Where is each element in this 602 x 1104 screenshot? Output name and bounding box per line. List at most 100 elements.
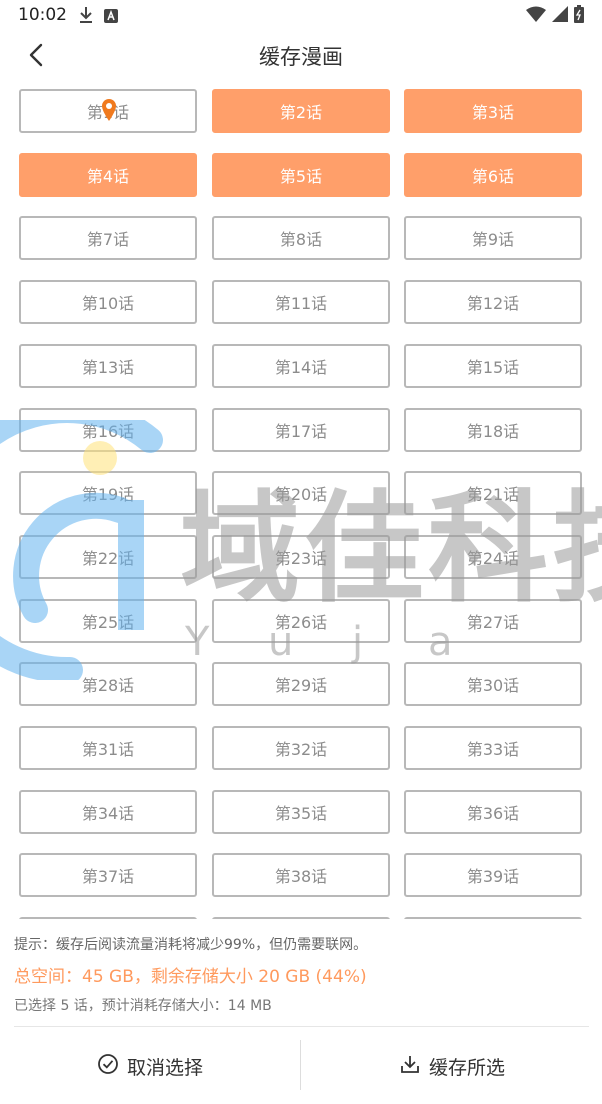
- chapter-label: 第25话: [81, 613, 135, 632]
- chapter-button[interactable]: 第37话: [19, 853, 197, 897]
- chapter-label: 第15话: [466, 358, 520, 377]
- chapter-label: 第13话: [81, 358, 135, 377]
- battery-icon: [574, 5, 584, 27]
- chapter-button[interactable]: 第36话: [404, 790, 582, 834]
- chapter-button[interactable]: 第10话: [19, 280, 197, 324]
- chapter-button[interactable]: 第20话: [212, 471, 390, 515]
- chapter-label: 第26话: [274, 613, 328, 632]
- chapter-button[interactable]: 第19话: [19, 471, 197, 515]
- chapter-label: 第3话: [471, 103, 515, 122]
- chapter-label: 第21话: [466, 485, 520, 504]
- chapter-button[interactable]: 第26话: [212, 599, 390, 643]
- action-separator: [300, 1040, 301, 1090]
- chapter-label: 第9话: [471, 230, 515, 249]
- chapter-button[interactable]: 第16话: [19, 408, 197, 452]
- header: 缓存漫画: [0, 32, 602, 78]
- chapter-button[interactable]: 第23话: [212, 535, 390, 579]
- chapter-button[interactable]: [19, 917, 197, 919]
- chapter-button[interactable]: 第13话: [19, 344, 197, 388]
- status-time: 10:02: [18, 5, 67, 25]
- chapter-button[interactable]: 第25话: [19, 599, 197, 643]
- chapter-button[interactable]: 第17话: [212, 408, 390, 452]
- chapter-button[interactable]: 第4话: [19, 153, 197, 197]
- chapter-button[interactable]: 第31话: [19, 726, 197, 770]
- chapter-label: 第18话: [466, 422, 520, 441]
- chapter-button[interactable]: 第30话: [404, 662, 582, 706]
- chapter-button[interactable]: 第11话: [212, 280, 390, 324]
- chapter-label: 第33话: [466, 740, 520, 759]
- chapter-label: 第19话: [81, 485, 135, 504]
- chapter-label: 第23话: [274, 549, 328, 568]
- chapter-button[interactable]: 第38话: [212, 853, 390, 897]
- chapter-button[interactable]: 第27话: [404, 599, 582, 643]
- footer-divider: [14, 1026, 589, 1027]
- chapter-button[interactable]: [212, 917, 390, 919]
- chapter-button[interactable]: 第6话: [404, 153, 582, 197]
- chapter-button[interactable]: 第8话: [212, 216, 390, 260]
- chapter-button[interactable]: 第35话: [212, 790, 390, 834]
- chapter-button[interactable]: 第3话: [404, 89, 582, 133]
- chapter-label: 第28话: [81, 676, 135, 695]
- chapter-label: 第37话: [81, 867, 135, 886]
- cache-tip: 提示：缓存后阅读流量消耗将减少99%，但仍需要联网。: [14, 937, 368, 953]
- chapter-label: 第8话: [279, 230, 323, 249]
- chapter-label: 第35话: [274, 804, 328, 823]
- chapter-label: 第39话: [466, 867, 520, 886]
- chapter-label: 第14话: [274, 358, 328, 377]
- download-icon: [399, 1053, 421, 1080]
- chapter-button[interactable]: 第39话: [404, 853, 582, 897]
- chapter-label: 第20话: [274, 485, 328, 504]
- signal-icon: [552, 6, 568, 26]
- chapter-label: 第31话: [81, 740, 135, 759]
- chapter-button[interactable]: 第12话: [404, 280, 582, 324]
- chapter-label: 第22话: [81, 549, 135, 568]
- chapter-button[interactable]: 第18话: [404, 408, 582, 452]
- chapter-button[interactable]: [404, 917, 582, 919]
- footer-info: 提示：缓存后阅读流量消耗将减少99%，但仍需要联网。 总空间：45 GB，剩余存…: [14, 934, 594, 1016]
- cache-selected-button[interactable]: 缓存所选: [302, 1040, 602, 1092]
- chapter-label: 第30话: [466, 676, 520, 695]
- selected-info: 已选择 5 话，预计消耗存储大小：14 MB: [14, 998, 272, 1014]
- chapter-label: 第5话: [279, 167, 323, 186]
- chapter-button[interactable]: 第2话: [212, 89, 390, 133]
- chapter-label: 第17话: [274, 422, 328, 441]
- chapter-button[interactable]: 第1话: [19, 89, 197, 133]
- status-bar: 10:02: [0, 0, 602, 32]
- chapter-button[interactable]: 第7话: [19, 216, 197, 260]
- wifi-icon: [526, 6, 546, 26]
- chapter-label: 第11话: [274, 294, 328, 313]
- storage-space: 总空间：45 GB，剩余存储大小 20 GB (44%): [14, 967, 367, 987]
- download-icon: [78, 6, 94, 28]
- chapter-button[interactable]: 第32话: [212, 726, 390, 770]
- check-circle-icon: [97, 1053, 119, 1080]
- chapter-button[interactable]: 第24话: [404, 535, 582, 579]
- chapter-button[interactable]: 第14话: [212, 344, 390, 388]
- chapter-button[interactable]: 第28话: [19, 662, 197, 706]
- chapter-label: 第24话: [466, 549, 520, 568]
- location-pin-icon: [101, 98, 117, 126]
- cache-selected-label: 缓存所选: [428, 1056, 505, 1079]
- chapter-button[interactable]: 第5话: [212, 153, 390, 197]
- cancel-selection-label: 取消选择: [126, 1056, 203, 1079]
- chapter-label: 第38话: [274, 867, 328, 886]
- chapter-label: 第2话: [279, 103, 323, 122]
- chapter-label: 第6话: [471, 167, 515, 186]
- chapter-label: 第7话: [86, 230, 130, 249]
- chapter-label: 第10话: [81, 294, 135, 313]
- chapter-button[interactable]: 第34话: [19, 790, 197, 834]
- chapter-label: 第34话: [81, 804, 135, 823]
- chapter-label: 第12话: [466, 294, 520, 313]
- chapter-button[interactable]: 第15话: [404, 344, 582, 388]
- chapter-button[interactable]: 第29话: [212, 662, 390, 706]
- cancel-selection-button[interactable]: 取消选择: [0, 1040, 300, 1092]
- chapter-label: 第29话: [274, 676, 328, 695]
- chapter-label: 第16话: [81, 422, 135, 441]
- chapter-button[interactable]: 第22话: [19, 535, 197, 579]
- chapter-label: 第4话: [86, 167, 130, 186]
- page-title: 缓存漫画: [259, 45, 343, 69]
- chapter-button[interactable]: 第9话: [404, 216, 582, 260]
- action-bar: 取消选择 缓存所选: [0, 1040, 602, 1092]
- chapter-button[interactable]: 第33话: [404, 726, 582, 770]
- chapter-button[interactable]: 第21话: [404, 471, 582, 515]
- a-icon: [104, 8, 118, 27]
